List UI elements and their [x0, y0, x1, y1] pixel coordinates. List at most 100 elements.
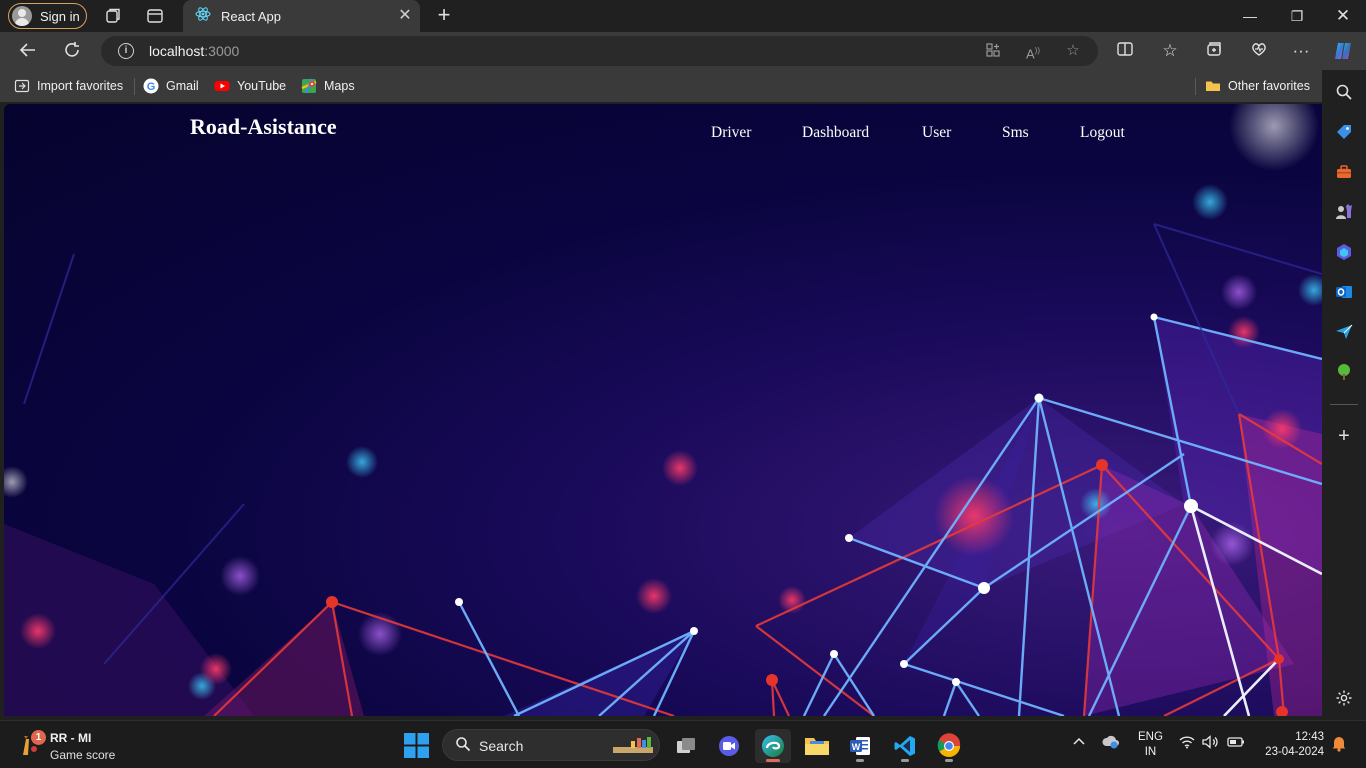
tab-close-icon[interactable]: ✕: [396, 7, 414, 25]
fav-gmail[interactable]: G Gmail: [143, 78, 199, 94]
windows-taskbar: 1 RR - MI Game score Search W ENG IN 12:…: [0, 720, 1366, 768]
close-window-button[interactable]: ✕: [1333, 6, 1353, 26]
workspaces-icon[interactable]: [103, 6, 123, 26]
folder-icon: [1205, 78, 1221, 94]
fav-youtube[interactable]: YouTube: [214, 78, 286, 94]
copilot-icon[interactable]: [1332, 40, 1354, 62]
sidebar-tools-icon[interactable]: [1334, 162, 1354, 182]
running-indicator: [945, 759, 953, 762]
youtube-icon: [214, 78, 230, 94]
search-icon: [455, 736, 473, 754]
sidebar-tree-icon[interactable]: [1334, 362, 1354, 382]
collections-icon[interactable]: [1203, 40, 1225, 62]
nav-user-link[interactable]: User: [922, 124, 951, 142]
google-icon: G: [143, 78, 159, 94]
edge-sidebar: +: [1322, 70, 1366, 718]
fav-youtube-label: YouTube: [237, 79, 287, 93]
profile-avatar-icon: [12, 6, 32, 26]
favorites-icon[interactable]: ☆: [1159, 40, 1181, 62]
nav-driver-link[interactable]: Driver: [711, 124, 751, 142]
taskbar-search[interactable]: Search: [442, 729, 660, 761]
site-title[interactable]: Road-Asistance: [190, 114, 337, 140]
maps-icon: [301, 78, 317, 94]
widget-subtitle: Game score: [50, 748, 116, 762]
search-placeholder: Search: [479, 738, 524, 754]
svg-text:G: G: [147, 81, 156, 93]
system-clock[interactable]: 12:43 23-04-2024: [1256, 730, 1324, 760]
favorites-bar: Import favorites G Gmail YouTube Maps Ot…: [0, 70, 1366, 102]
tray-weather-icon[interactable]: [1101, 733, 1121, 754]
sidebar-shopping-icon[interactable]: [1334, 122, 1354, 142]
search-highlight-icon: [611, 735, 655, 762]
sports-widget[interactable]: 1 RR - MI Game score: [14, 727, 144, 763]
taskbar-task-view[interactable]: [668, 729, 704, 763]
fav-import[interactable]: Import favorites: [14, 78, 123, 94]
address-bar[interactable]: i localhost:3000 A)) ☆: [101, 36, 1098, 66]
favorites-divider: [134, 78, 135, 95]
tab-actions-icon[interactable]: [145, 6, 165, 26]
browser-essentials-icon[interactable]: [1248, 40, 1270, 62]
windows-start-button[interactable]: [404, 733, 429, 758]
nav-sms-link[interactable]: Sms: [1002, 124, 1029, 142]
fav-import-label: Import favorites: [37, 79, 124, 93]
battery-icon[interactable]: [1227, 735, 1245, 752]
sidebar-copilot-icon[interactable]: [1334, 242, 1354, 262]
split-screen-icon[interactable]: [1114, 40, 1136, 62]
taskbar-chrome[interactable]: [931, 729, 967, 763]
taskbar-vscode[interactable]: [887, 729, 923, 763]
taskbar-file-explorer[interactable]: [799, 729, 835, 763]
tab-title: React App: [221, 8, 281, 24]
language-indicator[interactable]: ENG IN: [1138, 730, 1163, 760]
sidebar-send-icon[interactable]: [1334, 322, 1354, 342]
site-info-icon[interactable]: i: [118, 43, 134, 59]
more-options-icon[interactable]: ···: [1290, 40, 1312, 62]
url-port: :3000: [204, 43, 240, 59]
sidebar-outlook-icon[interactable]: [1334, 282, 1354, 302]
svg-text:W: W: [852, 742, 861, 752]
browser-title-bar: Sign in React App ✕ + — ❐ ✕: [0, 0, 1366, 32]
restore-button[interactable]: ❐: [1287, 6, 1307, 26]
sidebar-settings-icon[interactable]: [1334, 688, 1354, 708]
favorite-star-icon[interactable]: ☆: [1064, 42, 1082, 60]
clock-time: 12:43: [1295, 731, 1324, 743]
refresh-button[interactable]: [61, 40, 83, 62]
favorites-divider: [1195, 78, 1196, 95]
taskbar-edge[interactable]: [755, 729, 791, 763]
url-text[interactable]: localhost:3000: [149, 43, 239, 59]
fav-other-favorites[interactable]: Other favorites: [1205, 78, 1310, 94]
new-tab-button[interactable]: +: [433, 4, 455, 26]
app-available-icon[interactable]: [984, 42, 1002, 60]
fav-gmail-label: Gmail: [166, 79, 199, 93]
tab-react-app[interactable]: React App ✕: [183, 0, 420, 32]
sidebar-add-icon[interactable]: +: [1334, 425, 1354, 447]
sidebar-games-icon[interactable]: [1334, 202, 1354, 222]
fav-maps-label: Maps: [324, 79, 355, 93]
active-indicator: [766, 759, 780, 762]
sidebar-divider: [1330, 404, 1358, 405]
nav-dashboard-link[interactable]: Dashboard: [802, 124, 869, 142]
fav-maps[interactable]: Maps: [301, 78, 355, 94]
language-code: ENG: [1138, 731, 1163, 743]
clock-date: 23-04-2024: [1265, 746, 1324, 758]
minimize-button[interactable]: —: [1240, 6, 1260, 26]
sidebar-search-icon[interactable]: [1334, 82, 1354, 102]
taskbar-word[interactable]: W: [842, 729, 878, 763]
volume-icon[interactable]: [1202, 735, 1220, 752]
nav-logout-link[interactable]: Logout: [1080, 124, 1125, 142]
signin-label: Sign in: [40, 8, 80, 24]
tray-overflow-chevron-icon[interactable]: [1072, 735, 1086, 752]
signin-button[interactable]: Sign in: [8, 3, 87, 29]
import-favorites-icon: [14, 78, 30, 94]
notification-bell-icon[interactable]: [1331, 734, 1347, 755]
widget-badge: 1: [31, 730, 46, 745]
running-indicator: [901, 759, 909, 762]
back-button[interactable]: [17, 40, 39, 62]
url-host: localhost: [149, 43, 205, 59]
page-viewport: Road-Asistance Driver Dashboard User Sms…: [4, 104, 1322, 716]
read-aloud-icon[interactable]: A)): [1024, 42, 1042, 61]
wifi-icon[interactable]: [1179, 735, 1195, 752]
fav-other-label: Other favorites: [1228, 79, 1310, 93]
taskbar-meet[interactable]: [711, 729, 747, 763]
react-logo-icon: [195, 6, 211, 27]
navigation-bar: i localhost:3000 A)) ☆ ☆ ···: [0, 32, 1366, 70]
